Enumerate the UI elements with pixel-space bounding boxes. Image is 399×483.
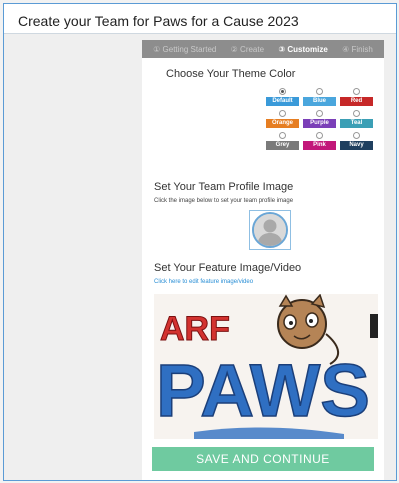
theme-radio-orange[interactable] bbox=[279, 110, 286, 117]
step-customize[interactable]: ③ Customize bbox=[278, 45, 327, 54]
theme-radio-purple[interactable] bbox=[316, 110, 323, 117]
theme-chip-navy[interactable]: Navy bbox=[340, 141, 373, 150]
theme-option-grey[interactable]: Grey bbox=[266, 132, 299, 150]
theme-radio-navy[interactable] bbox=[353, 132, 360, 139]
theme-radio-pink[interactable] bbox=[316, 132, 323, 139]
step-finish[interactable]: ④ Finish bbox=[342, 45, 373, 54]
theme-chip-teal[interactable]: Teal bbox=[340, 119, 373, 128]
theme-option-red[interactable]: Red bbox=[340, 88, 373, 106]
theme-radio-blue[interactable] bbox=[316, 88, 323, 95]
theme-chip-purple[interactable]: Purple bbox=[303, 119, 336, 128]
edit-feature-image-link[interactable]: Click here to edit feature image/video bbox=[154, 279, 253, 285]
theme-option-default[interactable]: Default bbox=[266, 88, 299, 106]
theme-chip-grey[interactable]: Grey bbox=[266, 141, 299, 150]
save-and-continue-button[interactable]: SAVE AND CONTINUE bbox=[152, 447, 374, 471]
theme-color-title: Choose Your Theme Color bbox=[166, 68, 296, 80]
theme-option-teal[interactable]: Teal bbox=[340, 110, 373, 128]
svg-text:ARF: ARF bbox=[160, 310, 230, 348]
profile-image-title: Set Your Team Profile Image bbox=[154, 181, 294, 193]
theme-option-navy[interactable]: Navy bbox=[340, 132, 373, 150]
theme-option-pink[interactable]: Pink bbox=[303, 132, 336, 150]
theme-option-blue[interactable]: Blue bbox=[303, 88, 336, 106]
feature-image-title: Set Your Feature Image/Video bbox=[154, 262, 302, 274]
theme-radio-teal[interactable] bbox=[353, 110, 360, 117]
wizard-steps: ① Getting Started ② Create ③ Customize ④… bbox=[142, 40, 384, 58]
theme-color-options: Default Blue Red Orange Purple Teal Grey… bbox=[266, 88, 373, 150]
page-title: Create your Team for Paws for a Cause 20… bbox=[18, 13, 299, 29]
profile-image-hint: Click the image below to set your team p… bbox=[154, 198, 294, 204]
feature-image[interactable]: ARF PAWS bbox=[154, 294, 378, 439]
step-getting-started[interactable]: ① Getting Started bbox=[153, 45, 216, 54]
theme-option-purple[interactable]: Purple bbox=[303, 110, 336, 128]
theme-chip-blue[interactable]: Blue bbox=[303, 97, 336, 106]
theme-option-orange[interactable]: Orange bbox=[266, 110, 299, 128]
theme-chip-orange[interactable]: Orange bbox=[266, 119, 299, 128]
theme-radio-default[interactable] bbox=[279, 88, 286, 95]
theme-chip-default[interactable]: Default bbox=[266, 97, 299, 106]
profile-image-picker[interactable] bbox=[249, 210, 291, 250]
theme-chip-red[interactable]: Red bbox=[340, 97, 373, 106]
theme-radio-grey[interactable] bbox=[279, 132, 286, 139]
page-frame: Create your Team for Paws for a Cause 20… bbox=[3, 3, 397, 481]
theme-radio-red[interactable] bbox=[353, 88, 360, 95]
customize-panel: ① Getting Started ② Create ③ Customize ④… bbox=[142, 40, 384, 480]
step-create[interactable]: ② Create bbox=[231, 45, 264, 54]
theme-chip-pink[interactable]: Pink bbox=[303, 141, 336, 150]
page-header: Create your Team for Paws for a Cause 20… bbox=[4, 4, 396, 34]
svg-text:PAWS: PAWS bbox=[156, 349, 370, 432]
user-silhouette-icon[interactable] bbox=[252, 212, 288, 248]
